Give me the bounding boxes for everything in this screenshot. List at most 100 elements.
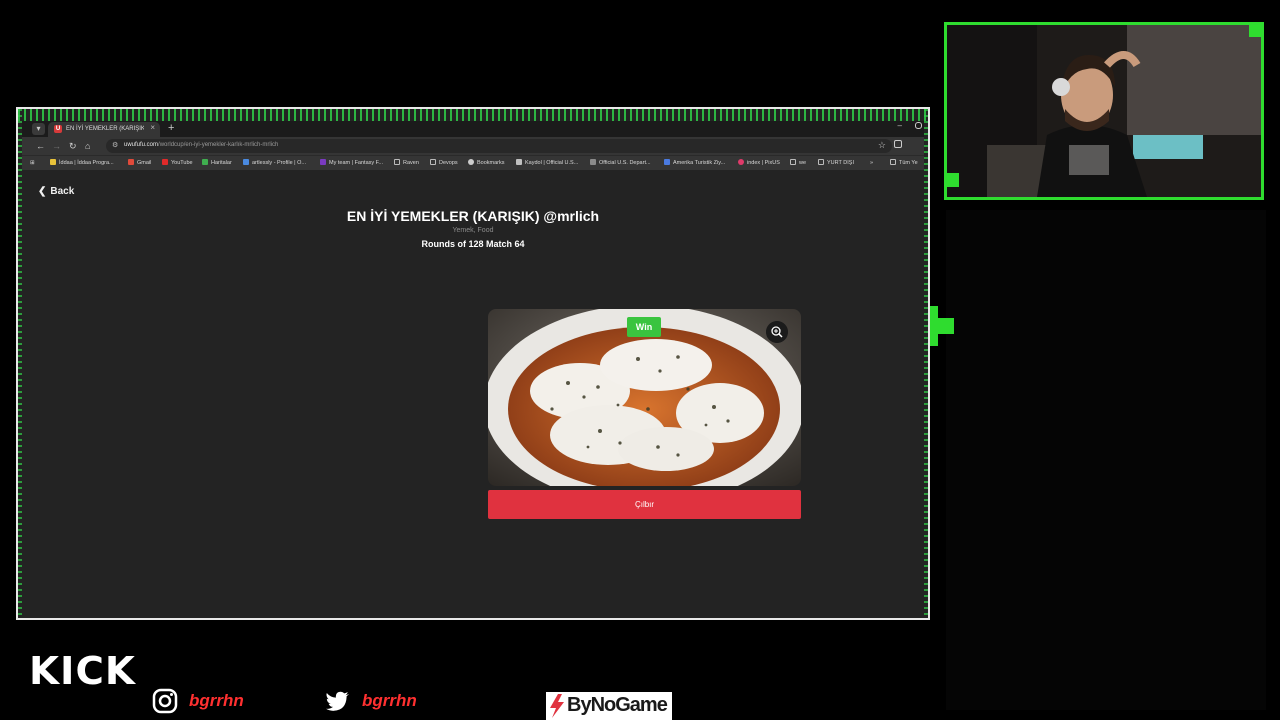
bookmark-folder[interactable]: Raven <box>394 158 419 168</box>
side-marker-icon <box>930 306 954 346</box>
twitter-handle: bgrrhn <box>362 691 417 710</box>
window-maximize-button[interactable] <box>915 122 922 129</box>
folder-icon <box>790 159 796 165</box>
bookmark-label: YouTube <box>171 160 193 166</box>
instagram-handle: bgrrhn <box>189 691 244 710</box>
extensions-icon[interactable] <box>894 140 902 148</box>
bookmark-label: index | PixUS <box>747 160 780 166</box>
instagram-icon <box>152 688 178 714</box>
bookmark-folder[interactable]: Tüm Ye <box>890 158 918 168</box>
address-text[interactable]: uwufufu.com/worldcup/en-iyi-yemekler-kar… <box>124 142 278 148</box>
bookmark-item[interactable]: index | PixUS <box>738 158 780 168</box>
bookmark-item[interactable]: Official U.S. Depart... <box>590 158 651 168</box>
bookmark-favicon-icon <box>128 159 134 165</box>
home-icon[interactable]: ⌂ <box>85 140 90 152</box>
window-minimize-button[interactable]: – <box>898 121 902 130</box>
bookmark-favicon-icon <box>50 159 56 165</box>
zoom-in-icon[interactable] <box>766 321 788 343</box>
chevron-left-icon: ❮ <box>38 186 47 197</box>
back-button[interactable]: ❮ Back <box>38 186 74 197</box>
bookmark-item[interactable]: YouTube <box>162 158 193 168</box>
empty-side-panel <box>946 210 1266 710</box>
tab-active[interactable]: U EN İYİ YEMEKLER (KARIŞIK) @m × <box>48 122 160 137</box>
bookmarks-bar: ⊞ İddaa | İddaa Progra... Gmail YouTube … <box>22 155 924 170</box>
sponsor-name: ByNoGame <box>567 694 668 716</box>
bookmark-folder[interactable]: Devops <box>430 158 458 168</box>
bookmark-item[interactable]: Gmail <box>128 158 151 168</box>
bookmark-favicon-icon <box>202 159 208 165</box>
bookmark-label: Kaydol | Official U.S... <box>525 160 579 166</box>
forward-arrow-icon[interactable]: → <box>52 140 61 152</box>
round-info: Rounds of 128 Match 64 <box>421 239 525 249</box>
address-host: uwufufu.com <box>124 142 159 148</box>
bookmark-favicon-icon <box>243 159 249 165</box>
bookmark-favicon-icon <box>590 159 596 165</box>
bookmarks-overflow-button[interactable]: » <box>870 158 873 168</box>
bookmark-item[interactable]: My team | Fantasy F... <box>320 158 383 168</box>
bookmark-item[interactable]: artlessly - Profile | O... <box>243 158 306 168</box>
address-path: /worldcup/en-iyi-yemekler-karlık-mrlich-… <box>158 142 279 148</box>
bookmark-label: Haritalar <box>211 160 232 166</box>
tab-strip: ▾ U EN İYİ YEMEKLER (KARIŞIK) @m × + – <box>22 121 924 137</box>
page-content: ❮ Back EN İYİ YEMEKLER (KARIŞIK) @mrlich … <box>22 170 924 618</box>
twitter-icon <box>326 691 349 711</box>
bookmarks-apps-icon[interactable]: ⊞ <box>30 158 35 168</box>
bookmark-label: Devops <box>439 160 458 166</box>
bookmark-label: Raven <box>403 160 419 166</box>
bookmark-favicon-icon <box>738 159 744 165</box>
bookmark-label: we <box>799 160 807 166</box>
bookmark-item[interactable]: İddaa | İddaa Progra... <box>50 158 114 168</box>
webcam-corner-accent <box>1249 25 1261 37</box>
bookmark-favicon-icon <box>162 159 168 165</box>
win-badge: Win <box>627 317 661 337</box>
webcam-frame <box>944 22 1264 200</box>
bookmark-label: artlessly - Profile | O... <box>252 160 306 166</box>
bookmark-folder[interactable]: we <box>790 158 806 168</box>
reload-icon[interactable]: ↻ <box>69 140 77 152</box>
bookmark-item[interactable]: Amerika Turistik Ziy... <box>664 158 725 168</box>
folder-icon <box>818 159 824 165</box>
site-info-icon[interactable]: ⚙ <box>112 141 118 149</box>
kick-logo: KICK <box>28 649 136 693</box>
bookmark-label: Tüm Ye <box>899 160 918 166</box>
new-tab-button[interactable]: + <box>168 121 174 136</box>
category-tags: Yemek, Food <box>452 227 494 234</box>
tab-search-button[interactable]: ▾ <box>32 123 45 135</box>
bookmark-label: Amerika Turistik Ziy... <box>673 160 726 166</box>
webcam-corner-accent <box>947 173 959 187</box>
choice-select-button[interactable]: Çılbır <box>488 490 801 519</box>
bookmark-item[interactable]: Bookmarks <box>468 158 505 168</box>
address-bar[interactable]: ⚙ uwufufu.com/worldcup/en-iyi-yemekler-k… <box>106 139 892 153</box>
tab-favicon-icon: U <box>54 125 62 133</box>
dotted-border-top <box>18 109 928 121</box>
bookmark-favicon-icon <box>468 159 474 165</box>
browser-window: ▾ U EN İYİ YEMEKLER (KARIŞIK) @m × + – ←… <box>16 107 930 620</box>
bookmark-favicon-icon <box>320 159 326 165</box>
folder-icon <box>394 159 400 165</box>
page-title: EN İYİ YEMEKLER (KARIŞIK) @mrlich <box>346 208 600 224</box>
dotted-border-right <box>924 109 928 618</box>
bookmark-label: Official U.S. Depart... <box>599 160 651 166</box>
bookmark-label: İddaa | İddaa Progra... <box>59 160 114 166</box>
bookmark-label: YURT DIŞI <box>827 160 854 166</box>
folder-icon <box>430 159 436 165</box>
choice-card[interactable]: Win <box>488 309 801 486</box>
bookmark-item[interactable]: Kaydol | Official U.S... <box>516 158 578 168</box>
back-arrow-icon[interactable]: ← <box>36 140 45 152</box>
webcam-feed <box>947 25 1261 197</box>
bookmark-label: My team | Fantasy F... <box>329 160 383 166</box>
bynogame-logo: ByNoGame <box>546 692 672 720</box>
bookmark-star-icon[interactable]: ☆ <box>878 140 886 151</box>
bookmark-label: Bookmarks <box>477 160 505 166</box>
tab-title: EN İYİ YEMEKLER (KARIŞIK) @m <box>66 126 144 132</box>
back-label: Back <box>50 186 75 197</box>
bookmark-favicon-icon <box>664 159 670 165</box>
bynogame-mark-icon <box>550 694 564 718</box>
bookmark-favicon-icon <box>516 159 522 165</box>
tab-close-button[interactable]: × <box>150 123 155 132</box>
bookmark-label: Gmail <box>137 160 152 166</box>
browser-toolbar: ← → ↻ ⌂ ⚙ uwufufu.com/worldcup/en-iyi-ye… <box>22 137 924 155</box>
bookmark-item[interactable]: Haritalar <box>202 158 232 168</box>
stream-overlay: ▾ U EN İYİ YEMEKLER (KARIŞIK) @m × + – ←… <box>0 0 1280 720</box>
bookmark-folder[interactable]: YURT DIŞI <box>818 158 854 168</box>
